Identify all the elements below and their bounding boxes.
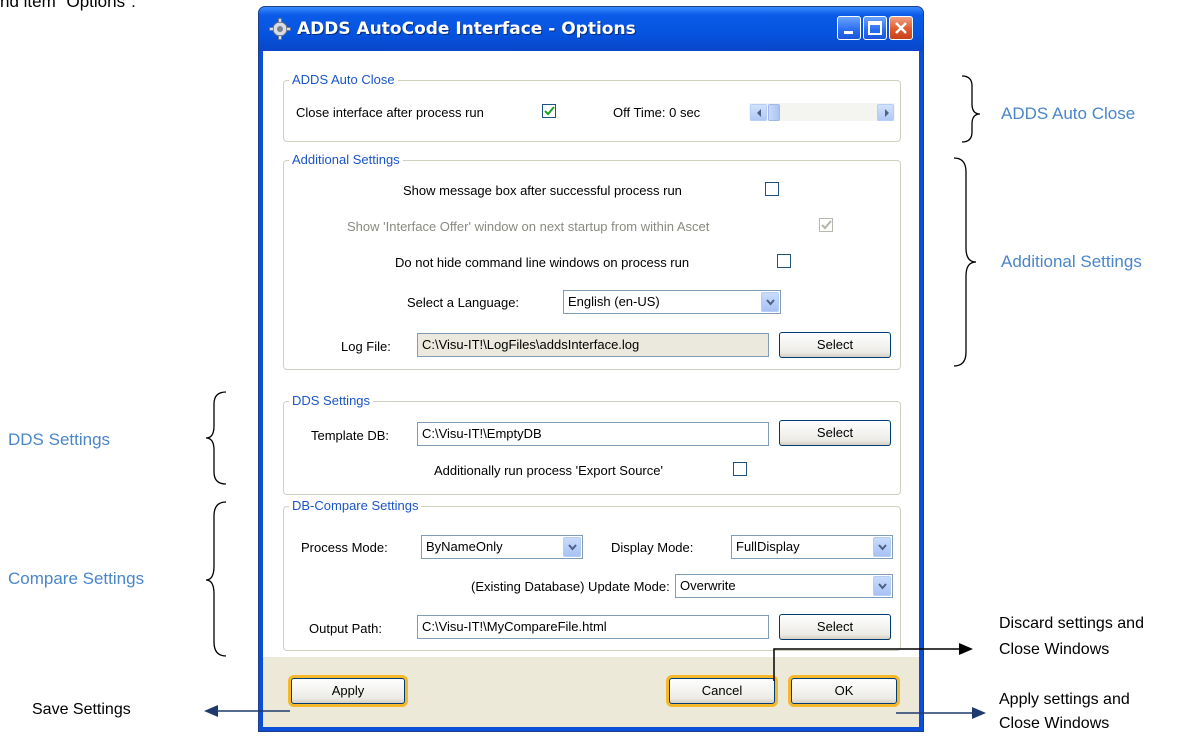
discard-arrow [773, 643, 973, 681]
annotation-apply-line2: Close Windows [999, 715, 1110, 732]
annotation-auto-close: ADDS Auto Close [1001, 104, 1136, 123]
dds-brace [205, 391, 227, 485]
annotation-dds-settings: DDS Settings [8, 430, 111, 449]
additional-brace [953, 157, 977, 367]
annotation-additional-settings: Additional Settings [1001, 252, 1142, 271]
annotation-compare-settings: Compare Settings [8, 569, 145, 588]
auto-close-brace [961, 75, 981, 143]
annotation-apply-line1: Apply settings and [999, 691, 1130, 708]
compare-brace [205, 501, 227, 657]
ok-arrow [896, 707, 986, 719]
annotation-discard-line2: Close Windows [999, 641, 1110, 658]
save-arrow [204, 705, 290, 717]
annotation-save-settings: Save Settings [32, 701, 131, 718]
annotation-discard-line1: Discard settings and [999, 615, 1144, 632]
